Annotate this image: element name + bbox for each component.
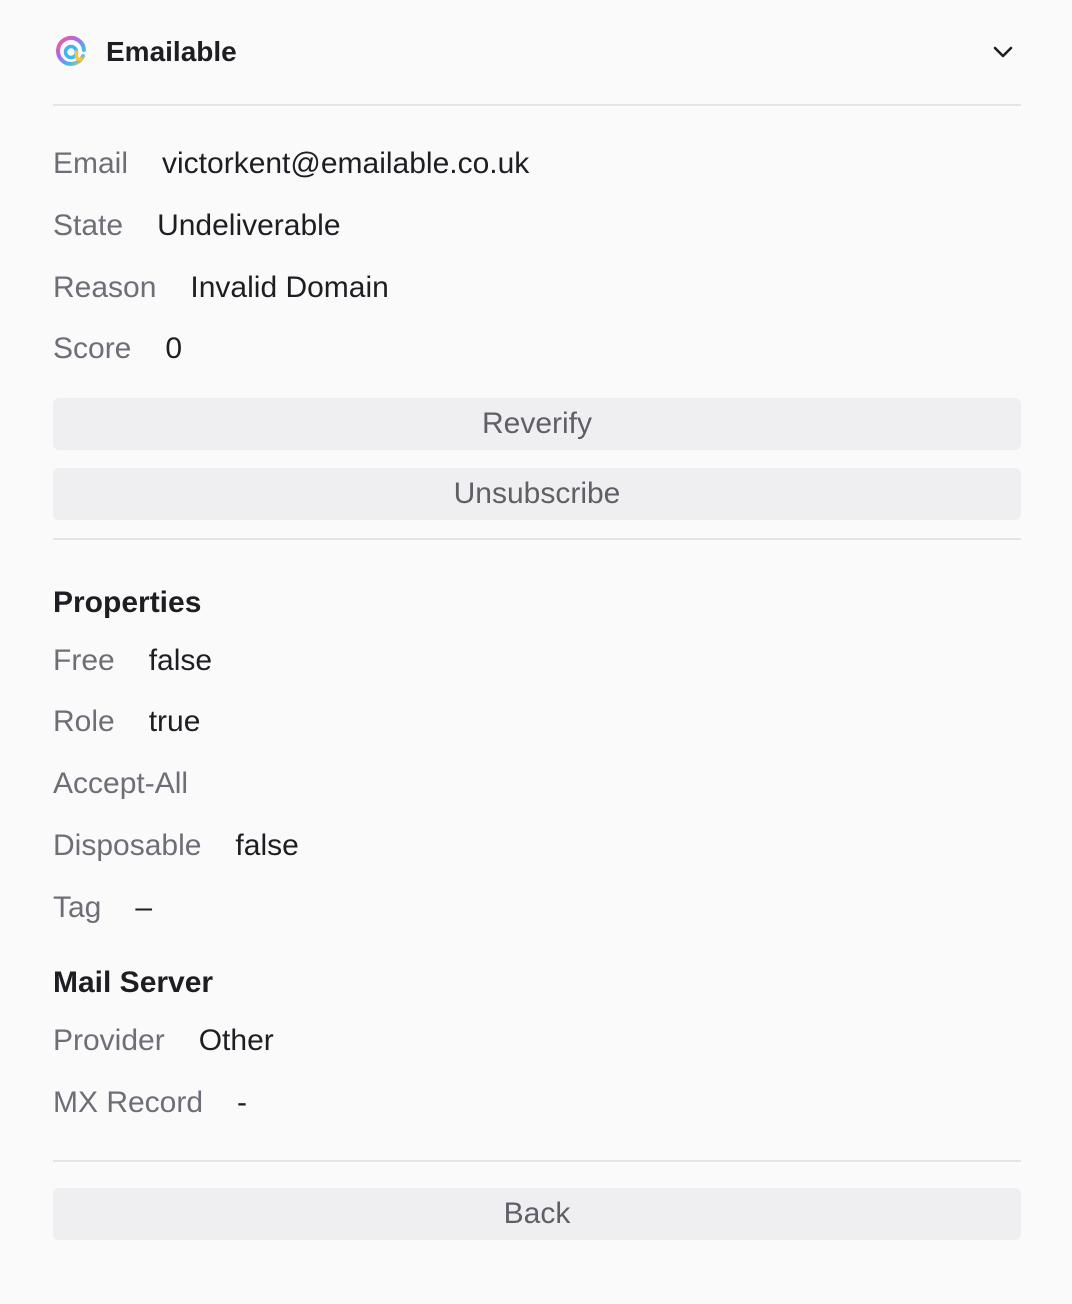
unsubscribe-button[interactable]: Unsubscribe: [53, 468, 1021, 520]
emailable-logo-icon: [56, 35, 86, 66]
email-row: Email victorkent@emailable.co.uk: [53, 146, 529, 182]
accept-all-label: Accept-All: [53, 767, 189, 800]
back-button[interactable]: Back: [53, 1188, 1021, 1240]
score-value: 0: [165, 332, 183, 365]
tag-label: Tag: [53, 891, 102, 924]
score-row: Score 0: [53, 331, 182, 367]
disposable-row: Disposable false: [53, 828, 299, 864]
accept-all-row: Accept-All: [53, 766, 222, 802]
state-row: State Undeliverable: [53, 208, 341, 244]
panel-header[interactable]: Emailable: [53, 30, 1021, 74]
provider-label: Provider: [53, 1024, 165, 1057]
tag-row: Tag –: [53, 890, 152, 926]
emailable-panel: Emailable Email victorkent@emailable.co.u…: [53, 0, 1021, 1304]
role-value: true: [148, 705, 201, 738]
reason-label: Reason: [53, 271, 157, 304]
header-divider: [53, 104, 1021, 106]
footer-divider: [53, 1160, 1021, 1162]
provider-value: Other: [198, 1024, 274, 1057]
reason-value: Invalid Domain: [190, 271, 389, 304]
free-label: Free: [53, 644, 115, 677]
reason-row: Reason Invalid Domain: [53, 270, 389, 306]
mx-record-value: -: [237, 1086, 248, 1119]
free-row: Free false: [53, 643, 212, 679]
actions-divider: [53, 538, 1021, 540]
properties-title: Properties: [53, 586, 202, 619]
score-label: Score: [53, 332, 132, 365]
email-label: Email: [53, 147, 129, 180]
provider-row: Provider Other: [53, 1023, 274, 1059]
mx-record-label: MX Record: [53, 1086, 204, 1119]
disposable-value: false: [235, 829, 299, 862]
role-label: Role: [53, 705, 115, 738]
state-label: State: [53, 209, 124, 242]
role-row: Role true: [53, 704, 200, 740]
app-title: Emailable: [106, 36, 237, 67]
tag-value: –: [135, 891, 153, 924]
free-value: false: [148, 644, 213, 677]
reverify-button[interactable]: Reverify: [53, 398, 1021, 450]
email-value: victorkent@emailable.co.uk: [162, 147, 530, 180]
mail-server-title: Mail Server: [53, 966, 214, 999]
disposable-label: Disposable: [53, 829, 202, 862]
state-value: Undeliverable: [157, 209, 341, 242]
mx-record-row: MX Record -: [53, 1085, 247, 1121]
chevron-down-icon[interactable]: [989, 38, 1017, 66]
